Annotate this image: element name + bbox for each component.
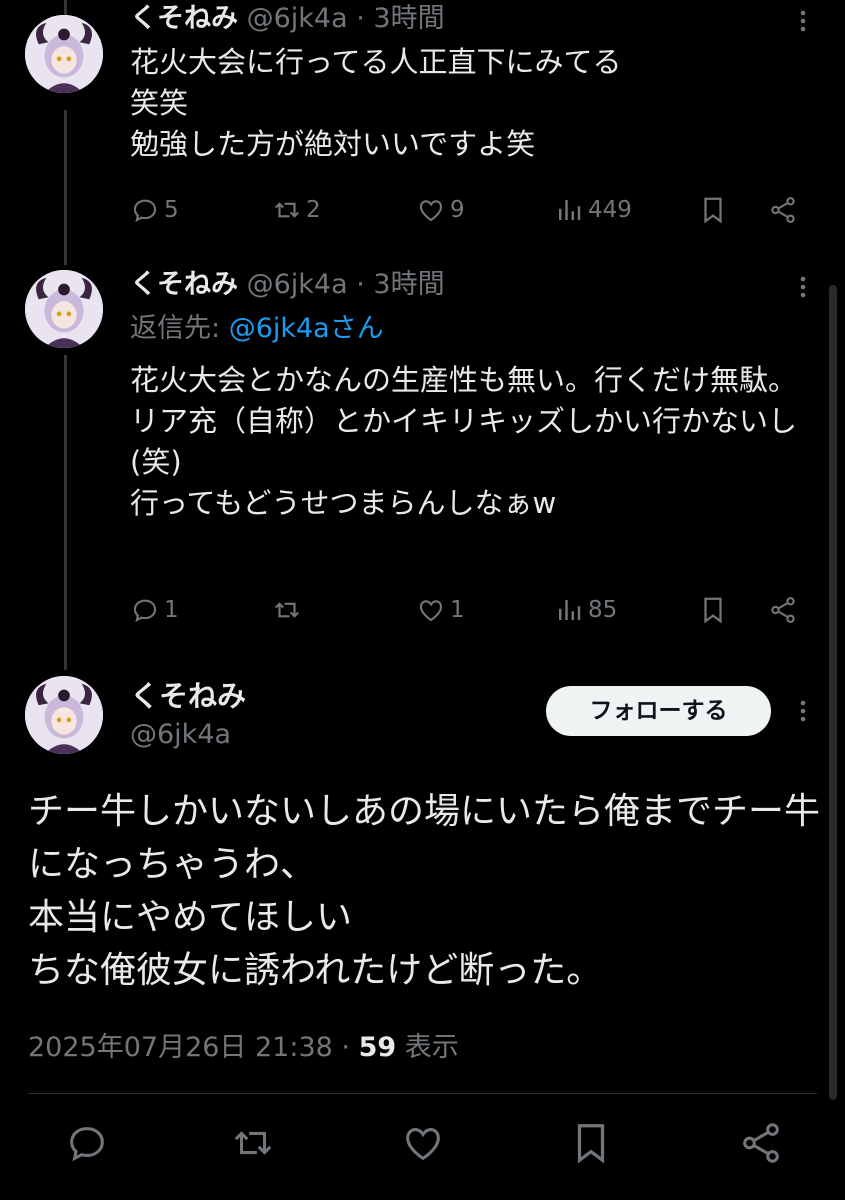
share-icon: [771, 597, 795, 623]
avatar[interactable]: [25, 270, 103, 348]
main-display-name[interactable]: くそねみ: [130, 678, 246, 714]
views-label: 表示: [396, 1032, 459, 1063]
tweet-actions: 5 2 9 449: [130, 190, 810, 230]
like-icon: [406, 1128, 440, 1161]
main-tweet-text: チー牛しかいないしあの場にいたら俺までチー牛になっちゃうわ、 本当にやめてほしい…: [28, 791, 821, 991]
retweet-button[interactable]: 2: [272, 190, 321, 230]
like-button[interactable]: 1: [416, 590, 465, 630]
retweet-icon: [234, 1131, 272, 1155]
share-icon: [743, 1123, 779, 1163]
views-button[interactable]: 85: [554, 590, 617, 630]
like-icon: [419, 600, 443, 622]
retweet-icon: [274, 202, 300, 218]
share-button[interactable]: [738, 1120, 784, 1166]
replying-label: 返信先:: [130, 313, 229, 344]
tweet-header: くそねみ @6jk4a · 3時間: [130, 268, 445, 302]
more-icon[interactable]: [791, 696, 815, 726]
views-count: 449: [588, 197, 632, 223]
divider: [28, 1093, 817, 1094]
like-button[interactable]: 9: [416, 190, 465, 230]
reply-count: 1: [164, 597, 179, 623]
tweet-2[interactable]: くそねみ @6jk4a · 3時間 返信先: @6jk4aさん 花火大会とかなん…: [0, 250, 845, 670]
display-name[interactable]: くそねみ: [130, 3, 238, 34]
reply-button[interactable]: [64, 1120, 110, 1166]
tweet-text: 花火大会に行ってる人正直下にみてる 笑笑 勉強した方が絶対いいですよ笑: [130, 45, 622, 161]
like-icon: [419, 200, 443, 222]
like-button[interactable]: [400, 1120, 446, 1166]
bookmark-icon: [704, 597, 722, 624]
retweet-icon: [274, 602, 300, 618]
main-tweet-meta: 2025年07月26日 21:38 · 59 表示: [28, 1030, 459, 1066]
more-icon[interactable]: [791, 6, 815, 36]
share-button[interactable]: [768, 190, 798, 230]
bookmark-icon: [704, 197, 722, 224]
main-avatar[interactable]: [25, 676, 103, 754]
retweet-count: 2: [306, 197, 321, 223]
reply-icon: [133, 199, 157, 222]
share-icon: [771, 197, 795, 223]
reply-count: 5: [164, 197, 179, 223]
replying-to: 返信先: @6jk4aさん: [130, 312, 384, 346]
bookmark-button[interactable]: [568, 1120, 614, 1166]
timestamp[interactable]: 3時間: [373, 3, 444, 34]
bookmark-button[interactable]: [698, 190, 728, 230]
reply-button[interactable]: 5: [130, 190, 179, 230]
avatar[interactable]: [25, 15, 103, 93]
views-count: 59: [358, 1032, 397, 1063]
tweet-actions: 1 1 85: [130, 590, 810, 630]
more-icon[interactable]: [791, 272, 815, 302]
handle[interactable]: @6jk4a: [247, 269, 348, 300]
like-count: 1: [450, 597, 465, 623]
reply-button[interactable]: 1: [130, 590, 179, 630]
like-count: 9: [450, 197, 465, 223]
retweet-button[interactable]: [230, 1120, 276, 1166]
share-button[interactable]: [768, 590, 798, 630]
reply-icon: [133, 599, 157, 622]
post-date[interactable]: 2025年07月26日 21:38 ·: [28, 1032, 359, 1063]
views-count: 85: [588, 597, 618, 623]
bookmark-icon: [577, 1124, 605, 1164]
tweet-text: 花火大会とかなんの生産性も無い。行くだけ無駄。 リア充（自称）とかイキリキッズし…: [130, 363, 798, 520]
views-icon: [559, 200, 581, 220]
separator: ·: [347, 3, 374, 34]
main-handle[interactable]: @6jk4a: [130, 718, 231, 752]
main-tweet-actions: [0, 1120, 845, 1170]
tweet-1[interactable]: くそねみ @6jk4a · 3時間 花火大会に行ってる人正直下にみてる 笑笑 勉…: [0, 0, 845, 250]
retweet-button[interactable]: [272, 590, 306, 630]
bookmark-button[interactable]: [698, 590, 728, 630]
display-name[interactable]: くそねみ: [130, 269, 238, 300]
replying-handle-link[interactable]: @6jk4aさん: [229, 313, 384, 344]
timestamp[interactable]: 3時間: [373, 269, 444, 300]
separator: ·: [347, 269, 374, 300]
views-button[interactable]: 449: [554, 190, 632, 230]
follow-button[interactable]: フォローする: [546, 686, 771, 736]
reply-icon: [70, 1127, 104, 1162]
handle[interactable]: @6jk4a: [247, 3, 348, 34]
views-icon: [559, 600, 581, 620]
tweet-header: くそねみ @6jk4a · 3時間: [130, 2, 445, 36]
